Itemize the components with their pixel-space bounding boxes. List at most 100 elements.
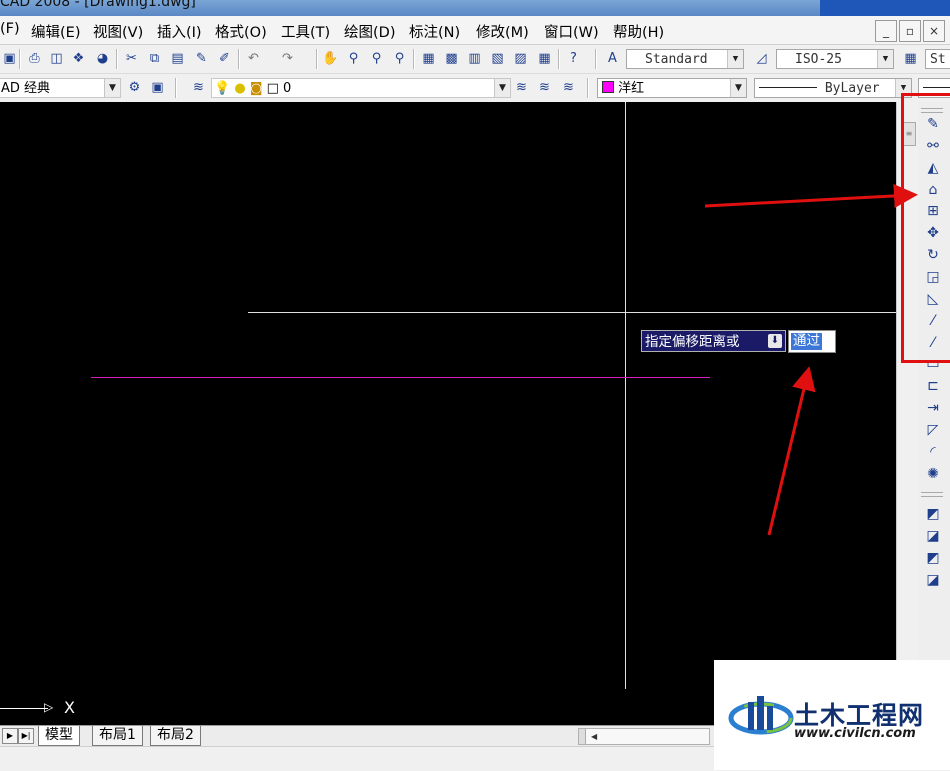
save-icon[interactable]: ▣ [0, 49, 19, 68]
web-publish-icon[interactable]: ◕ [93, 49, 112, 68]
highlight-box [901, 93, 950, 363]
doc-close-button[interactable]: × [923, 20, 945, 42]
standard-toolbar: ▣ ⎙ ◫ ❖ ◕ ✂ ⧉ ▤ ✎ ✐ ↶ ↷ ✋ ⚲ ⚲ ⚲ ▦ ▩ ▥ ▧ … [0, 45, 950, 74]
layer-color-icon: □ [266, 81, 279, 96]
menu-draw[interactable]: 绘图(D) [344, 21, 395, 42]
tab-layout2[interactable]: 布局2 [150, 726, 201, 746]
text-style-select[interactable]: Standard ▼ [626, 49, 744, 69]
status-bar [0, 746, 715, 771]
chevron-down-icon[interactable]: ▼ [877, 50, 893, 68]
explode-icon[interactable]: ✺ [922, 464, 944, 484]
menu-window[interactable]: 窗口(W) [544, 21, 599, 42]
toolbar-grip[interactable] [921, 492, 943, 497]
make-object-layer-current-icon[interactable]: ≋ [512, 78, 531, 97]
scrollbar-thumb[interactable] [579, 729, 586, 744]
title-bar-controls [820, 0, 950, 16]
watermark-logo: 土木工程网 www.civilcn.com [714, 660, 950, 770]
horizontal-scrollbar[interactable]: ◀ [578, 728, 710, 745]
table-style-select[interactable]: St [925, 49, 950, 69]
window-title: CAD 2008 - [Drawing1.dwg] [0, 0, 196, 10]
tab-last-icon[interactable]: ▶| [18, 728, 34, 744]
bring-above-icon[interactable]: ◩ [922, 548, 944, 568]
paste-icon[interactable]: ▤ [168, 49, 187, 68]
menu-view[interactable]: 视图(V) [93, 21, 143, 42]
chevron-down-icon[interactable]: ▼ [494, 79, 510, 97]
layer-states-icon[interactable]: ≋ [559, 78, 578, 97]
sheet-set-icon[interactable]: ▧ [488, 49, 507, 68]
toolbar-separator [116, 49, 118, 69]
block-editor-icon[interactable]: ✐ [215, 49, 234, 68]
properties-icon[interactable]: ▦ [419, 49, 438, 68]
copy-icon[interactable]: ⧉ [145, 49, 164, 68]
pan-realtime-icon[interactable]: ✋ [321, 49, 340, 68]
chevron-down-icon[interactable]: ▼ [727, 50, 743, 68]
redo-icon[interactable]: ↷ [278, 49, 297, 68]
layer-select[interactable]: 💡 ● ◙ □ 0 ▼ [211, 78, 511, 98]
menu-tools[interactable]: 工具(T) [281, 21, 330, 42]
publish-icon[interactable]: ❖ [69, 49, 88, 68]
join-icon[interactable]: ⇥ [922, 398, 944, 418]
ucs-x-axis [0, 708, 48, 709]
window-title-bar: CAD 2008 - [Drawing1.dwg] [0, 0, 950, 16]
save-workspace-icon[interactable]: ▣ [148, 78, 167, 97]
markup-icon[interactable]: ▨ [511, 49, 530, 68]
scroll-left-icon[interactable]: ◀ [591, 729, 597, 744]
layout-tab-bar: ▶ ▶| 模型 布局1 布局2 ◀ [0, 725, 715, 746]
color-select[interactable]: 洋红 ▼ [597, 78, 747, 98]
workspace-select[interactable]: AD 经典 ▼ [0, 78, 121, 98]
menu-help[interactable]: 帮助(H) [613, 21, 664, 42]
undo-icon[interactable]: ↶ [244, 49, 263, 68]
toolbar-separator [316, 49, 318, 69]
send-under-icon[interactable]: ◪ [922, 570, 944, 590]
bring-to-front-icon[interactable]: ◩ [922, 504, 944, 524]
tab-model[interactable]: 模型 [38, 726, 80, 746]
match-properties-icon[interactable]: ✎ [192, 49, 211, 68]
chevron-down-icon[interactable]: ▼ [730, 79, 746, 97]
doc-restore-button[interactable]: ▫ [899, 20, 921, 42]
layer-lock-icon: ◙ [249, 81, 263, 96]
menu-insert[interactable]: 插入(I) [157, 21, 202, 42]
table-style-icon[interactable]: ▦ [901, 49, 920, 68]
fillet-icon[interactable]: ◜ [922, 442, 944, 462]
tool-palettes-icon[interactable]: ▥ [465, 49, 484, 68]
design-center-icon[interactable]: ▩ [442, 49, 461, 68]
zoom-realtime-icon[interactable]: ⚲ [344, 49, 363, 68]
workspace-settings-icon[interactable]: ⚙ [125, 78, 144, 97]
zoom-window-icon[interactable]: ⚲ [367, 49, 386, 68]
dynamic-input-field[interactable]: 通过 [788, 330, 836, 353]
plot-preview-icon[interactable]: ◫ [47, 49, 66, 68]
dim-style-icon[interactable]: ◿ [752, 49, 771, 68]
ucs-arrow-icon: ▷ [44, 700, 54, 714]
drawing-canvas[interactable]: 指定偏移距离或 ⬇ 通过 ▷ X [0, 102, 896, 725]
chevron-down-icon[interactable]: ▼ [104, 79, 120, 97]
text-style-icon[interactable]: A [603, 49, 622, 68]
chamfer-icon[interactable]: ◸ [922, 420, 944, 440]
menu-bar: (F) 编辑(E) 视图(V) 插入(I) 格式(O) 工具(T) 绘图(D) … [0, 16, 950, 45]
tab-first-icon[interactable]: ▶ [2, 728, 18, 744]
options-down-icon[interactable]: ⬇ [768, 334, 782, 348]
send-to-back-icon[interactable]: ◪ [922, 526, 944, 546]
menu-edit[interactable]: 编辑(E) [31, 21, 80, 42]
menu-dimension[interactable]: 标注(N) [409, 21, 460, 42]
help-icon[interactable]: ? [564, 49, 583, 68]
ucs-x-label: X [64, 698, 75, 717]
linetype-select[interactable]: ByLayer ▼ [754, 78, 912, 98]
toolbar-separator [413, 49, 415, 69]
menu-file[interactable]: (F) [0, 21, 20, 37]
cut-icon[interactable]: ✂ [122, 49, 141, 68]
linetype-value: ByLayer [824, 81, 880, 96]
layer-manager-icon[interactable]: ≋ [189, 78, 208, 97]
menu-format[interactable]: 格式(O) [215, 21, 267, 42]
linetype-sample [759, 87, 817, 88]
plot-icon[interactable]: ⎙ [25, 49, 44, 68]
dim-style-select[interactable]: ISO-25 ▼ [776, 49, 894, 69]
zoom-previous-icon[interactable]: ⚲ [390, 49, 409, 68]
menu-modify[interactable]: 修改(M) [476, 21, 529, 42]
tab-layout1[interactable]: 布局1 [92, 726, 143, 746]
layer-previous-icon[interactable]: ≋ [535, 78, 554, 97]
calculator-icon[interactable]: ▦ [535, 49, 554, 68]
doc-minimize-button[interactable]: _ [875, 20, 897, 42]
watermark-emblem [728, 696, 794, 735]
break-icon[interactable]: ⊏ [922, 376, 944, 396]
toolbar-separator [19, 49, 21, 69]
